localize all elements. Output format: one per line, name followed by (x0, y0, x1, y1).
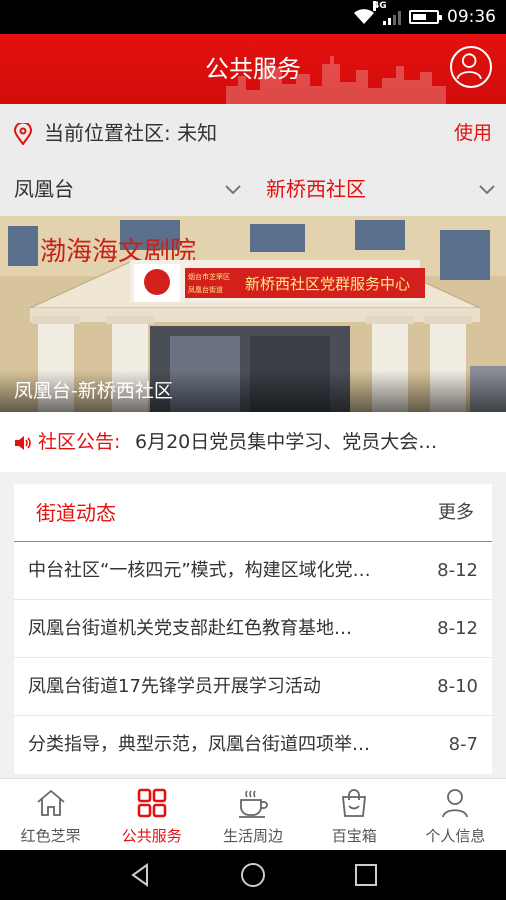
news-headline: 凤凰台街道17先锋学员开展学习活动 (28, 676, 321, 697)
back-icon[interactable] (127, 862, 153, 888)
battery-icon (409, 10, 442, 24)
tab-public-service[interactable]: 公共服务 (101, 779, 202, 850)
location-bar: 当前位置社区: 未知 使用 (0, 104, 506, 162)
current-location-label: 当前位置社区: 未知 (44, 121, 218, 145)
recents-icon[interactable] (353, 862, 379, 888)
grid-icon (137, 788, 167, 818)
tab-label: 生活周边 (223, 827, 284, 845)
sign-small-2: 凤凰台街道 (188, 285, 223, 294)
notice-label: 社区公告: (38, 431, 121, 453)
news-header: 街道动态 更多 (14, 484, 492, 542)
bag-icon (342, 789, 367, 817)
speaker-icon (15, 436, 31, 450)
notice-text: 6月20日党员集中学习、党员大会… (135, 431, 438, 453)
home-circle-icon[interactable] (240, 862, 266, 888)
tab-label: 个人信息 (425, 827, 486, 845)
news-headline: 中台社区“一核四元”模式，构建区域化党… (28, 560, 371, 581)
community-banner[interactable]: 渤海海文剧院 新桥西社区党群服务中心 烟台市芝罘区 凤凰台街道 凤凰台-新桥西社… (0, 216, 506, 412)
app-header: 公共服务 (0, 34, 506, 104)
tab-red-zhifu[interactable]: 红色芝罘 (0, 779, 101, 850)
news-date: 8-10 (437, 676, 478, 697)
center-sign-text: 新桥西社区党群服务中心 (245, 275, 410, 293)
news-date: 8-12 (437, 560, 478, 581)
news-headline: 凤凰台街道机关党支部赴红色教育基地… (28, 618, 352, 639)
user-icon (456, 53, 482, 80)
home-icon (37, 789, 65, 816)
community-dropdown-value: 新桥西社区 (266, 177, 366, 201)
chevron-down-icon (479, 185, 495, 195)
clock: 09:36 (447, 7, 496, 27)
tab-treasure-box[interactable]: 百宝箱 (304, 779, 405, 850)
page-title: 公共服务 (205, 55, 301, 83)
news-date: 8-12 (437, 618, 478, 639)
news-more-link[interactable]: 更多 (438, 484, 474, 542)
tab-label: 公共服务 (121, 827, 182, 845)
street-dropdown-value: 凤凰台 (14, 177, 74, 201)
community-notice[interactable]: 社区公告: 6月20日党员集中学习、党员大会… (0, 412, 506, 472)
wifi-icon (354, 9, 374, 24)
status-bar: 4G 09:36 (0, 0, 506, 34)
signal-icon: 4G (373, 1, 401, 25)
sign-small-1: 烟台市芝罘区 (188, 272, 230, 281)
chevron-down-icon (225, 185, 241, 195)
location-pin-icon (14, 123, 32, 145)
news-item[interactable]: 分类指导，典型示范，凤凰台街道四项举… 8-7 (14, 716, 492, 774)
use-location-button[interactable]: 使用 (454, 104, 492, 162)
profile-button[interactable] (450, 46, 492, 88)
news-item[interactable]: 凤凰台街道机关党支部赴红色教育基地… 8-12 (14, 600, 492, 658)
tab-life-nearby[interactable]: 生活周边 (202, 779, 303, 850)
tab-label: 百宝箱 (331, 827, 377, 845)
street-dropdown[interactable]: 凤凰台 (14, 162, 242, 216)
news-section-title: 街道动态 (36, 501, 116, 525)
person-icon (442, 789, 469, 818)
news-headline: 分类指导，典型示范，凤凰台街道四项举… (28, 734, 370, 755)
network-type: 4G (373, 1, 387, 11)
community-dropdown[interactable]: 新桥西社区 (266, 162, 496, 216)
tab-personal-info[interactable]: 个人信息 (405, 779, 506, 850)
tab-label: 红色芝罘 (20, 827, 81, 845)
news-date: 8-7 (448, 734, 478, 755)
bottom-tab-bar: 红色芝罘 公共服务 生活周边 百宝箱 个人信息 (0, 778, 506, 850)
street-news-card: 街道动态 更多 中台社区“一核四元”模式，构建区域化党… 8-12 凤凰台街道机… (14, 484, 492, 774)
system-nav-bar (0, 850, 506, 900)
coffee-icon (239, 790, 268, 818)
community-selectors: 凤凰台 新桥西社区 (0, 162, 506, 216)
news-item[interactable]: 凤凰台街道17先锋学员开展学习活动 8-10 (14, 658, 492, 716)
banner-caption: 凤凰台-新桥西社区 (0, 370, 506, 412)
news-item[interactable]: 中台社区“一核四元”模式，构建区域化党… 8-12 (14, 542, 492, 600)
